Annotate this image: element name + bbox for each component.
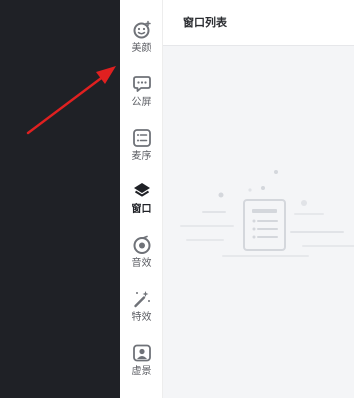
panel-title: 窗口列表 [183,16,227,29]
sidebar-item-label: 麦序 [131,151,152,162]
empty-document-icon [180,170,354,257]
preview-area [0,0,120,398]
sidebar-item-label: 音效 [131,258,152,269]
sidebar-item-mic-order[interactable]: 麦序 [120,128,163,174]
feature-sidebar: 美颜 公屏 麦序 窗口 音效 特效 虚景 [120,0,163,398]
sidebar-item-label: 特效 [131,312,152,323]
sidebar-item-label: 窗口 [131,204,152,215]
sidebar-item-sound-effects[interactable]: 音效 [120,235,163,281]
chat-bubble-icon [132,76,151,92]
virtual-background-icon [132,344,151,362]
panel-header: 窗口列表 [163,0,354,46]
sidebar-item-public-screen[interactable]: 公屏 [120,74,163,120]
layers-icon [133,183,150,197]
sound-disc-icon [133,235,150,254]
list-order-icon [132,129,151,147]
sidebar-item-window[interactable]: 窗口 [120,181,163,227]
app-window: 美颜 公屏 麦序 窗口 音效 特效 虚景 窗口列表 [0,0,354,398]
sidebar-item-virtual-background[interactable]: 虚景 [120,343,163,389]
magic-wand-icon [133,291,150,308]
sidebar-item-label: 虚景 [131,366,152,377]
sidebar-item-special-effects[interactable]: 特效 [120,289,163,335]
window-list-panel: 窗口列表 [163,0,354,398]
face-beauty-icon [133,20,151,39]
sidebar-item-label: 美颜 [131,43,152,54]
sidebar-item-beauty[interactable]: 美颜 [120,20,163,66]
sidebar-item-label: 公屏 [131,97,152,108]
